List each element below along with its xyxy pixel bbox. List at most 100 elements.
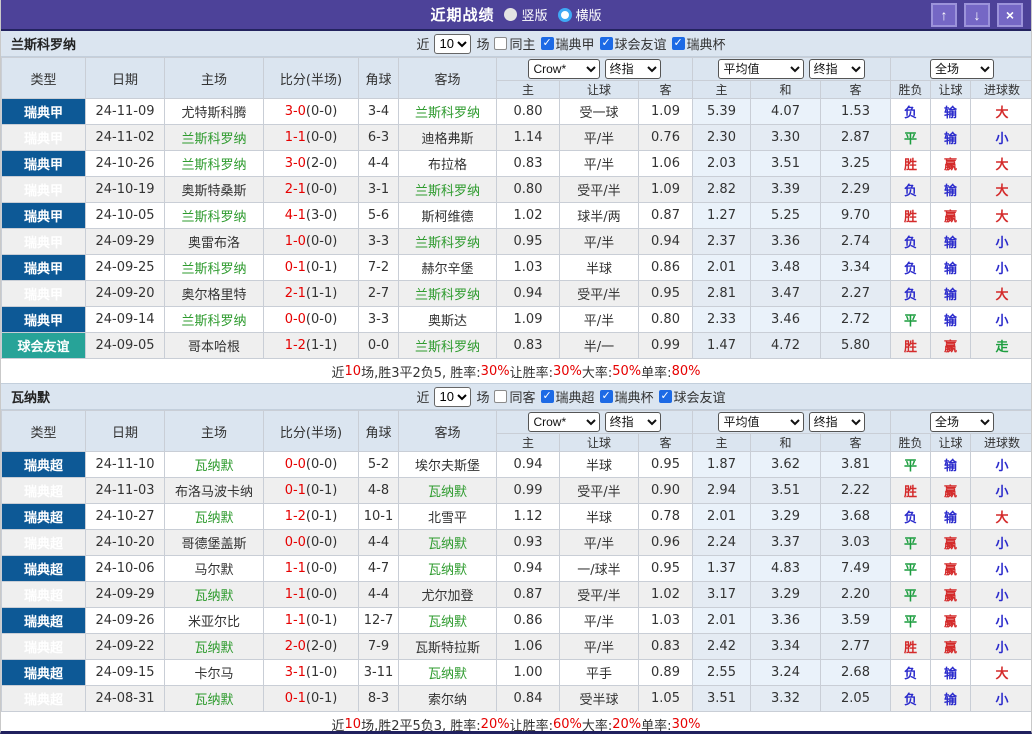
match-row: 瑞典超24-10-20哥德堡盖斯0-0(0-0)4-4瓦纳默0.93平/半0.9… xyxy=(2,530,1032,556)
away-team-cell: 兰斯科罗纳 xyxy=(399,99,497,125)
checkbox-icon[interactable] xyxy=(541,390,554,403)
handicap-home-odds-cell: 0.87 xyxy=(497,582,560,608)
friendly-filter-checkbox[interactable]: 球会友谊 xyxy=(600,34,667,53)
avg-draw-odds-cell: 3.29 xyxy=(751,582,821,608)
odds-period-select[interactable]: 终指 xyxy=(605,59,661,79)
avg-draw-odds-cell: 5.25 xyxy=(751,203,821,229)
sub-col-handicap: 让球 xyxy=(560,434,639,452)
move-up-button[interactable]: ↑ xyxy=(931,3,957,27)
summary-stat: 近 xyxy=(332,362,345,381)
result-goals-cell: 小 xyxy=(971,634,1032,660)
handicap-away-odds-cell: 0.99 xyxy=(639,333,693,359)
checkbox-icon[interactable] xyxy=(541,37,554,50)
result-goals-cell: 小 xyxy=(971,452,1032,478)
team-name: 瓦纳默 xyxy=(11,387,50,406)
match-row: 瑞典甲24-09-29奥雷布洛1-0(0-0)3-3兰斯科罗纳0.95平/半0.… xyxy=(2,229,1032,255)
recent-count-select[interactable]: 10 xyxy=(434,34,471,54)
fulltime-score: 2-1 xyxy=(285,286,306,301)
fulltime-score: 1-2 xyxy=(285,338,306,353)
handicap-away-odds-cell: 1.09 xyxy=(639,99,693,125)
same-venue-checkbox[interactable]: 同客 xyxy=(494,387,535,406)
score-cell: 0-0(0-0) xyxy=(264,307,359,333)
checkbox-icon[interactable] xyxy=(494,390,507,403)
scope-select[interactable]: 全场 xyxy=(930,412,994,432)
radio-vertical-icon[interactable] xyxy=(504,8,517,21)
avg-away-odds-cell: 5.80 xyxy=(821,333,891,359)
handicap-line-cell: 受平/半 xyxy=(560,177,639,203)
checkbox-icon[interactable] xyxy=(600,390,613,403)
result-goals-cell: 小 xyxy=(971,125,1032,151)
scope-select[interactable]: 全场 xyxy=(930,59,994,79)
checkbox-icon[interactable] xyxy=(659,390,672,403)
match-row: 瑞典甲24-11-02兰斯科罗纳1-1(0-0)6-3迪格弗斯1.14平/半0.… xyxy=(2,125,1032,151)
away-team-cell: 尤尔加登 xyxy=(399,582,497,608)
result-wdl-cell: 负 xyxy=(891,660,931,686)
league-filter-checkbox[interactable]: 瑞典甲 xyxy=(541,34,595,53)
handicap-line-cell: 球半/两 xyxy=(560,203,639,229)
radio-horizontal-icon[interactable] xyxy=(558,8,572,22)
odds-period-select[interactable]: 终指 xyxy=(605,412,661,432)
avg-draw-odds-cell: 4.07 xyxy=(751,99,821,125)
close-button[interactable]: × xyxy=(997,3,1023,27)
avg-away-odds-cell: 2.22 xyxy=(821,478,891,504)
sub-col-avg-draw: 和 xyxy=(751,434,821,452)
league-filter-checkbox[interactable]: 瑞典超 xyxy=(541,387,595,406)
move-down-button[interactable]: ↓ xyxy=(964,3,990,27)
same-venue-checkbox[interactable]: 同主 xyxy=(494,34,535,53)
title-bar: 近期战绩 竖版 横版 ↑ ↓ × xyxy=(1,0,1031,31)
match-date-cell: 24-09-05 xyxy=(86,333,165,359)
checkbox-icon[interactable] xyxy=(494,37,507,50)
handicap-home-odds-cell: 0.86 xyxy=(497,608,560,634)
sub-col-goals: 进球数 xyxy=(971,434,1032,452)
away-team-cell: 瓦纳默 xyxy=(399,556,497,582)
odds-source-select[interactable]: Crow* xyxy=(528,412,600,432)
handicap-away-odds-cell: 1.05 xyxy=(639,686,693,712)
avg-away-odds-cell: 3.25 xyxy=(821,151,891,177)
summary-stat: 场,胜3平2负5, 胜率: xyxy=(361,362,481,381)
away-team-cell: 兰斯科罗纳 xyxy=(399,333,497,359)
score-cell: 0-0(0-0) xyxy=(264,530,359,556)
layout-horizontal-radio[interactable]: 横版 xyxy=(558,5,602,24)
avg-source-select[interactable]: 平均值 xyxy=(718,59,804,79)
match-row: 瑞典甲24-09-20奥尔格里特2-1(1-1)2-7兰斯科罗纳0.94受平/半… xyxy=(2,281,1032,307)
col-type: 类型 xyxy=(2,58,86,99)
avg-home-odds-cell: 2.94 xyxy=(693,478,751,504)
section-header-varnamo: 瓦纳默 近 10 场 同客 瑞典超 瑞典杯 球会友谊 xyxy=(1,384,1031,410)
match-date-cell: 24-11-09 xyxy=(86,99,165,125)
sub-col-avg-away: 客 xyxy=(821,434,891,452)
layout-vertical-radio[interactable]: 竖版 xyxy=(504,5,547,24)
checkbox-icon[interactable] xyxy=(600,37,613,50)
league-type-cell: 瑞典甲 xyxy=(2,125,86,151)
result-handicap-cell: 输 xyxy=(931,281,971,307)
result-handicap-cell: 赢 xyxy=(931,530,971,556)
cup-filter-checkbox[interactable]: 瑞典杯 xyxy=(672,34,726,53)
avg-source-select[interactable]: 平均值 xyxy=(718,412,804,432)
odds-source-select[interactable]: Crow* xyxy=(528,59,600,79)
avg-period-select[interactable]: 终指 xyxy=(809,412,865,432)
handicap-home-odds-cell: 0.99 xyxy=(497,478,560,504)
handicap-home-odds-cell: 0.84 xyxy=(497,686,560,712)
result-goals-cell: 走 xyxy=(971,333,1032,359)
recent-results-window: 近期战绩 竖版 横版 ↑ ↓ × 兰斯科罗纳 近 10 场 同主 瑞典甲 球会友… xyxy=(0,0,1032,734)
avg-period-select[interactable]: 终指 xyxy=(809,59,865,79)
checkbox-icon[interactable] xyxy=(672,37,685,50)
home-team-cell: 兰斯科罗纳 xyxy=(165,151,264,177)
recent-count-select[interactable]: 10 xyxy=(434,387,471,407)
match-row: 瑞典甲24-09-25兰斯科罗纳0-1(0-1)7-2赫尔辛堡1.03半球0.8… xyxy=(2,255,1032,281)
avg-draw-odds-cell: 3.62 xyxy=(751,452,821,478)
friendly-filter-checkbox[interactable]: 球会友谊 xyxy=(659,387,726,406)
match-row: 瑞典超24-08-31瓦纳默0-1(0-1)8-3索尔纳0.84受半球1.053… xyxy=(2,686,1032,712)
col-score: 比分(半场) xyxy=(264,411,359,452)
handicap-line-cell: 受平/半 xyxy=(560,478,639,504)
handicap-line-cell: 平/半 xyxy=(560,229,639,255)
result-goals-cell: 小 xyxy=(971,686,1032,712)
cup-filter-checkbox[interactable]: 瑞典杯 xyxy=(600,387,654,406)
handicap-away-odds-cell: 0.94 xyxy=(639,229,693,255)
summary-stat: 让胜率: xyxy=(510,715,553,734)
result-goals-cell: 小 xyxy=(971,608,1032,634)
result-goals-cell: 小 xyxy=(971,582,1032,608)
score-cell: 1-1(0-0) xyxy=(264,582,359,608)
away-team-cell: 瓦斯特拉斯 xyxy=(399,634,497,660)
score-cell: 2-1(0-0) xyxy=(264,177,359,203)
home-team-cell: 奥尔格里特 xyxy=(165,281,264,307)
